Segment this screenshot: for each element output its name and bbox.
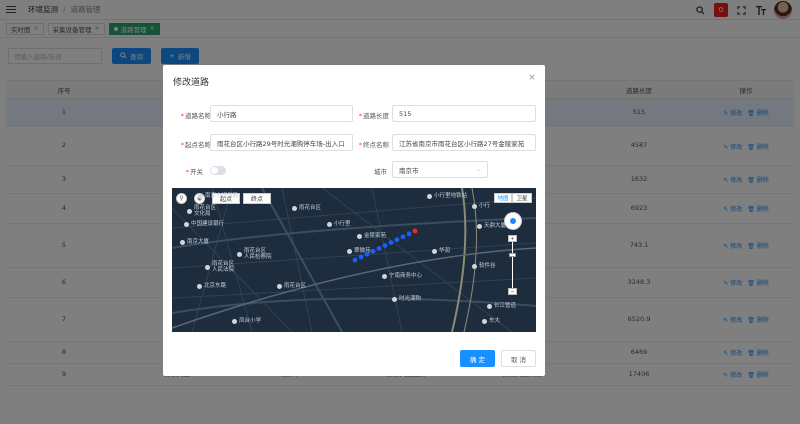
switch-label: *开关 — [185, 168, 203, 176]
route-point — [382, 243, 388, 248]
map-zoom-slider[interactable]: + − — [508, 235, 517, 295]
map-navigation-icon[interactable] — [504, 212, 522, 230]
route-point — [370, 248, 376, 254]
city-label: 城市 — [374, 168, 387, 176]
dialog-title: 修改道路 — [173, 78, 210, 88]
road-name-input[interactable]: 小行路 — [210, 105, 353, 122]
city-select[interactable]: 南京市 ⌄ — [392, 161, 488, 178]
route-point — [400, 234, 406, 240]
start-name-input[interactable]: 雨花台区小行路29号时光潮购停车场-出入口 — [210, 134, 353, 151]
route-point — [364, 251, 370, 257]
road-name-label: *道路名称 — [180, 112, 211, 120]
zoom-knob[interactable] — [509, 253, 516, 257]
route-point — [388, 240, 394, 245]
end-name-label: *终点名称 — [358, 141, 389, 149]
route-point — [376, 246, 382, 251]
end-name-input[interactable]: 江苏省南京市雨花台区小行路27号金陵家苑 — [392, 134, 536, 151]
road-length-input[interactable]: 515 — [392, 105, 536, 122]
confirm-button[interactable]: 确 定 — [460, 350, 495, 367]
route-map[interactable]: ⚲ ◉ 起点 终点 地图 卫星 南京市规划局雨花台区 文化局中国建设银行南京大厦… — [172, 188, 536, 332]
route-end-marker — [412, 228, 418, 234]
route-point — [352, 257, 358, 263]
edit-road-dialog: 修改道路 × *道路名称 小行路 *道路长度 515 *起点名称 雨花台区小行路… — [163, 65, 545, 376]
enable-switch[interactable] — [210, 166, 226, 175]
route-path — [352, 228, 418, 263]
zoom-in-icon[interactable]: + — [508, 235, 517, 242]
route-point — [406, 231, 412, 237]
cancel-button[interactable]: 取 消 — [501, 350, 536, 367]
chevron-down-icon: ⌄ — [475, 166, 481, 173]
close-icon[interactable]: × — [528, 74, 536, 83]
road-length-label: *道路长度 — [358, 112, 389, 120]
route-point — [394, 237, 400, 243]
start-name-label: *起点名称 — [180, 141, 211, 149]
zoom-out-icon[interactable]: − — [508, 288, 517, 295]
route-point — [358, 254, 364, 260]
